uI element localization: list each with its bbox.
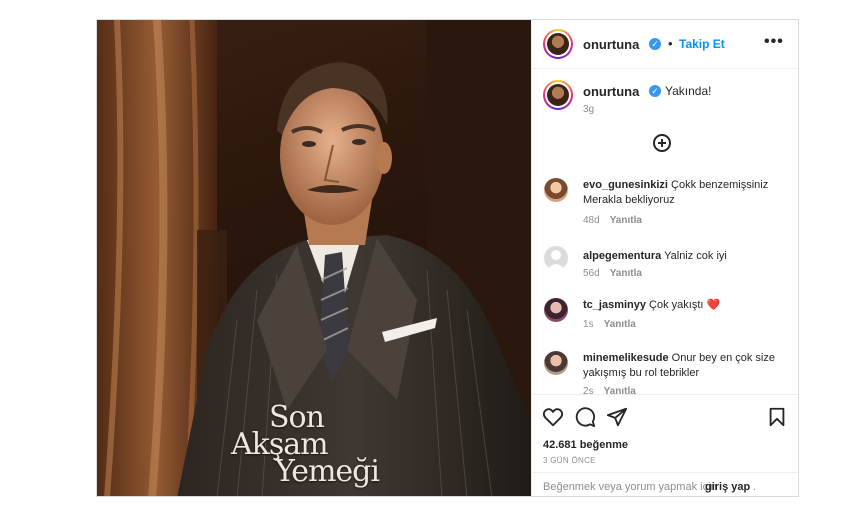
- comment-username[interactable]: minemelikesude: [583, 352, 669, 364]
- default-avatar-icon: [547, 250, 565, 270]
- comment-username[interactable]: alpegementura: [583, 250, 661, 262]
- login-link[interactable]: giriş yap: [705, 481, 750, 493]
- like-heart-icon[interactable]: [542, 406, 564, 428]
- comment-age: 2s: [583, 386, 594, 394]
- reply-button[interactable]: Yanıtla: [610, 268, 642, 279]
- author-username[interactable]: onurtuna: [583, 37, 639, 52]
- reply-button[interactable]: Yanıtla: [604, 319, 636, 330]
- load-more-comments-icon[interactable]: [653, 134, 671, 152]
- comment-meta: 48d Yanıtla: [583, 215, 642, 226]
- comment-meta: 1s Yanıtla: [583, 319, 636, 330]
- caption-text: Yakında!: [665, 84, 712, 98]
- follow-button[interactable]: Takip Et: [679, 37, 725, 51]
- login-prompt-text: Beğenmek veya yorum yapmak için: [543, 481, 717, 493]
- comment-body: alpegementura Yalniz cok iyi: [583, 249, 788, 264]
- movie-title-overlay: Son Akşam Yemeği: [227, 403, 427, 489]
- instagram-post: Son Akşam Yemeği onurtuna ✓ • Takip Et •…: [96, 19, 799, 497]
- caption-avatar[interactable]: [543, 80, 573, 110]
- commenter-avatar[interactable]: [544, 246, 568, 270]
- reply-button[interactable]: Yanıtla: [610, 215, 642, 226]
- save-bookmark-icon[interactable]: [766, 406, 788, 428]
- comment-meta: 56d Yanıtla: [583, 268, 642, 279]
- post-header: onurtuna ✓ • Takip Et •••: [532, 20, 798, 69]
- post-date: 3 GÜN ÖNCE: [543, 456, 596, 465]
- comment-meta: 2s Yanıtla: [583, 386, 636, 394]
- commenter-avatar[interactable]: [544, 351, 568, 375]
- share-paper-plane-icon[interactable]: [606, 406, 628, 428]
- comment-username[interactable]: evo_gunesinkizi: [583, 179, 668, 191]
- comment-text: Yalniz cok iyi: [664, 250, 727, 262]
- title-line-3: Yemeği: [275, 454, 380, 489]
- more-options-icon[interactable]: •••: [764, 33, 784, 51]
- likes-count[interactable]: 42.681 beğenme: [543, 439, 628, 451]
- comment-age: 48d: [583, 215, 600, 226]
- commenter-avatar[interactable]: [544, 178, 568, 202]
- author-avatar[interactable]: [543, 29, 573, 59]
- comment-age: 56d: [583, 268, 600, 279]
- comment-age: 1s: [583, 319, 594, 330]
- comment-text: Çok yakıştı ❤️: [649, 299, 721, 311]
- commenter-avatar[interactable]: [544, 298, 568, 322]
- caption-age: 3g: [583, 104, 595, 115]
- caption-username[interactable]: onurtuna: [583, 84, 639, 99]
- comment-bubble-icon[interactable]: [574, 406, 596, 428]
- login-prompt-suffix: .: [753, 481, 757, 493]
- comment-body: minemelikesude Onur bey en çok size yakı…: [583, 351, 788, 381]
- reply-button[interactable]: Yanıtla: [604, 386, 636, 394]
- login-prompt: Beğenmek veya yorum yapmak için giriş ya…: [532, 472, 798, 496]
- comments-list[interactable]: evo_gunesinkizi Çokk benzemişsiniz Merak…: [532, 170, 798, 394]
- comment-username[interactable]: tc_jasminyy: [583, 299, 646, 311]
- verified-badge-icon: ✓: [649, 38, 661, 50]
- post-side-panel: onurtuna ✓ • Takip Et ••• onurtuna ✓ Yak…: [531, 20, 798, 496]
- comment-body: tc_jasminyy Çok yakıştı ❤️: [583, 298, 788, 313]
- comment-body: evo_gunesinkizi Çokk benzemişsiniz Merak…: [583, 178, 788, 208]
- post-actions: 42.681 beğenme 3 GÜN ÖNCE Beğenmek veya …: [532, 394, 798, 496]
- post-image[interactable]: Son Akşam Yemeği: [97, 20, 531, 496]
- separator-dot: •: [668, 36, 673, 51]
- caption-verified-icon: ✓: [649, 85, 661, 97]
